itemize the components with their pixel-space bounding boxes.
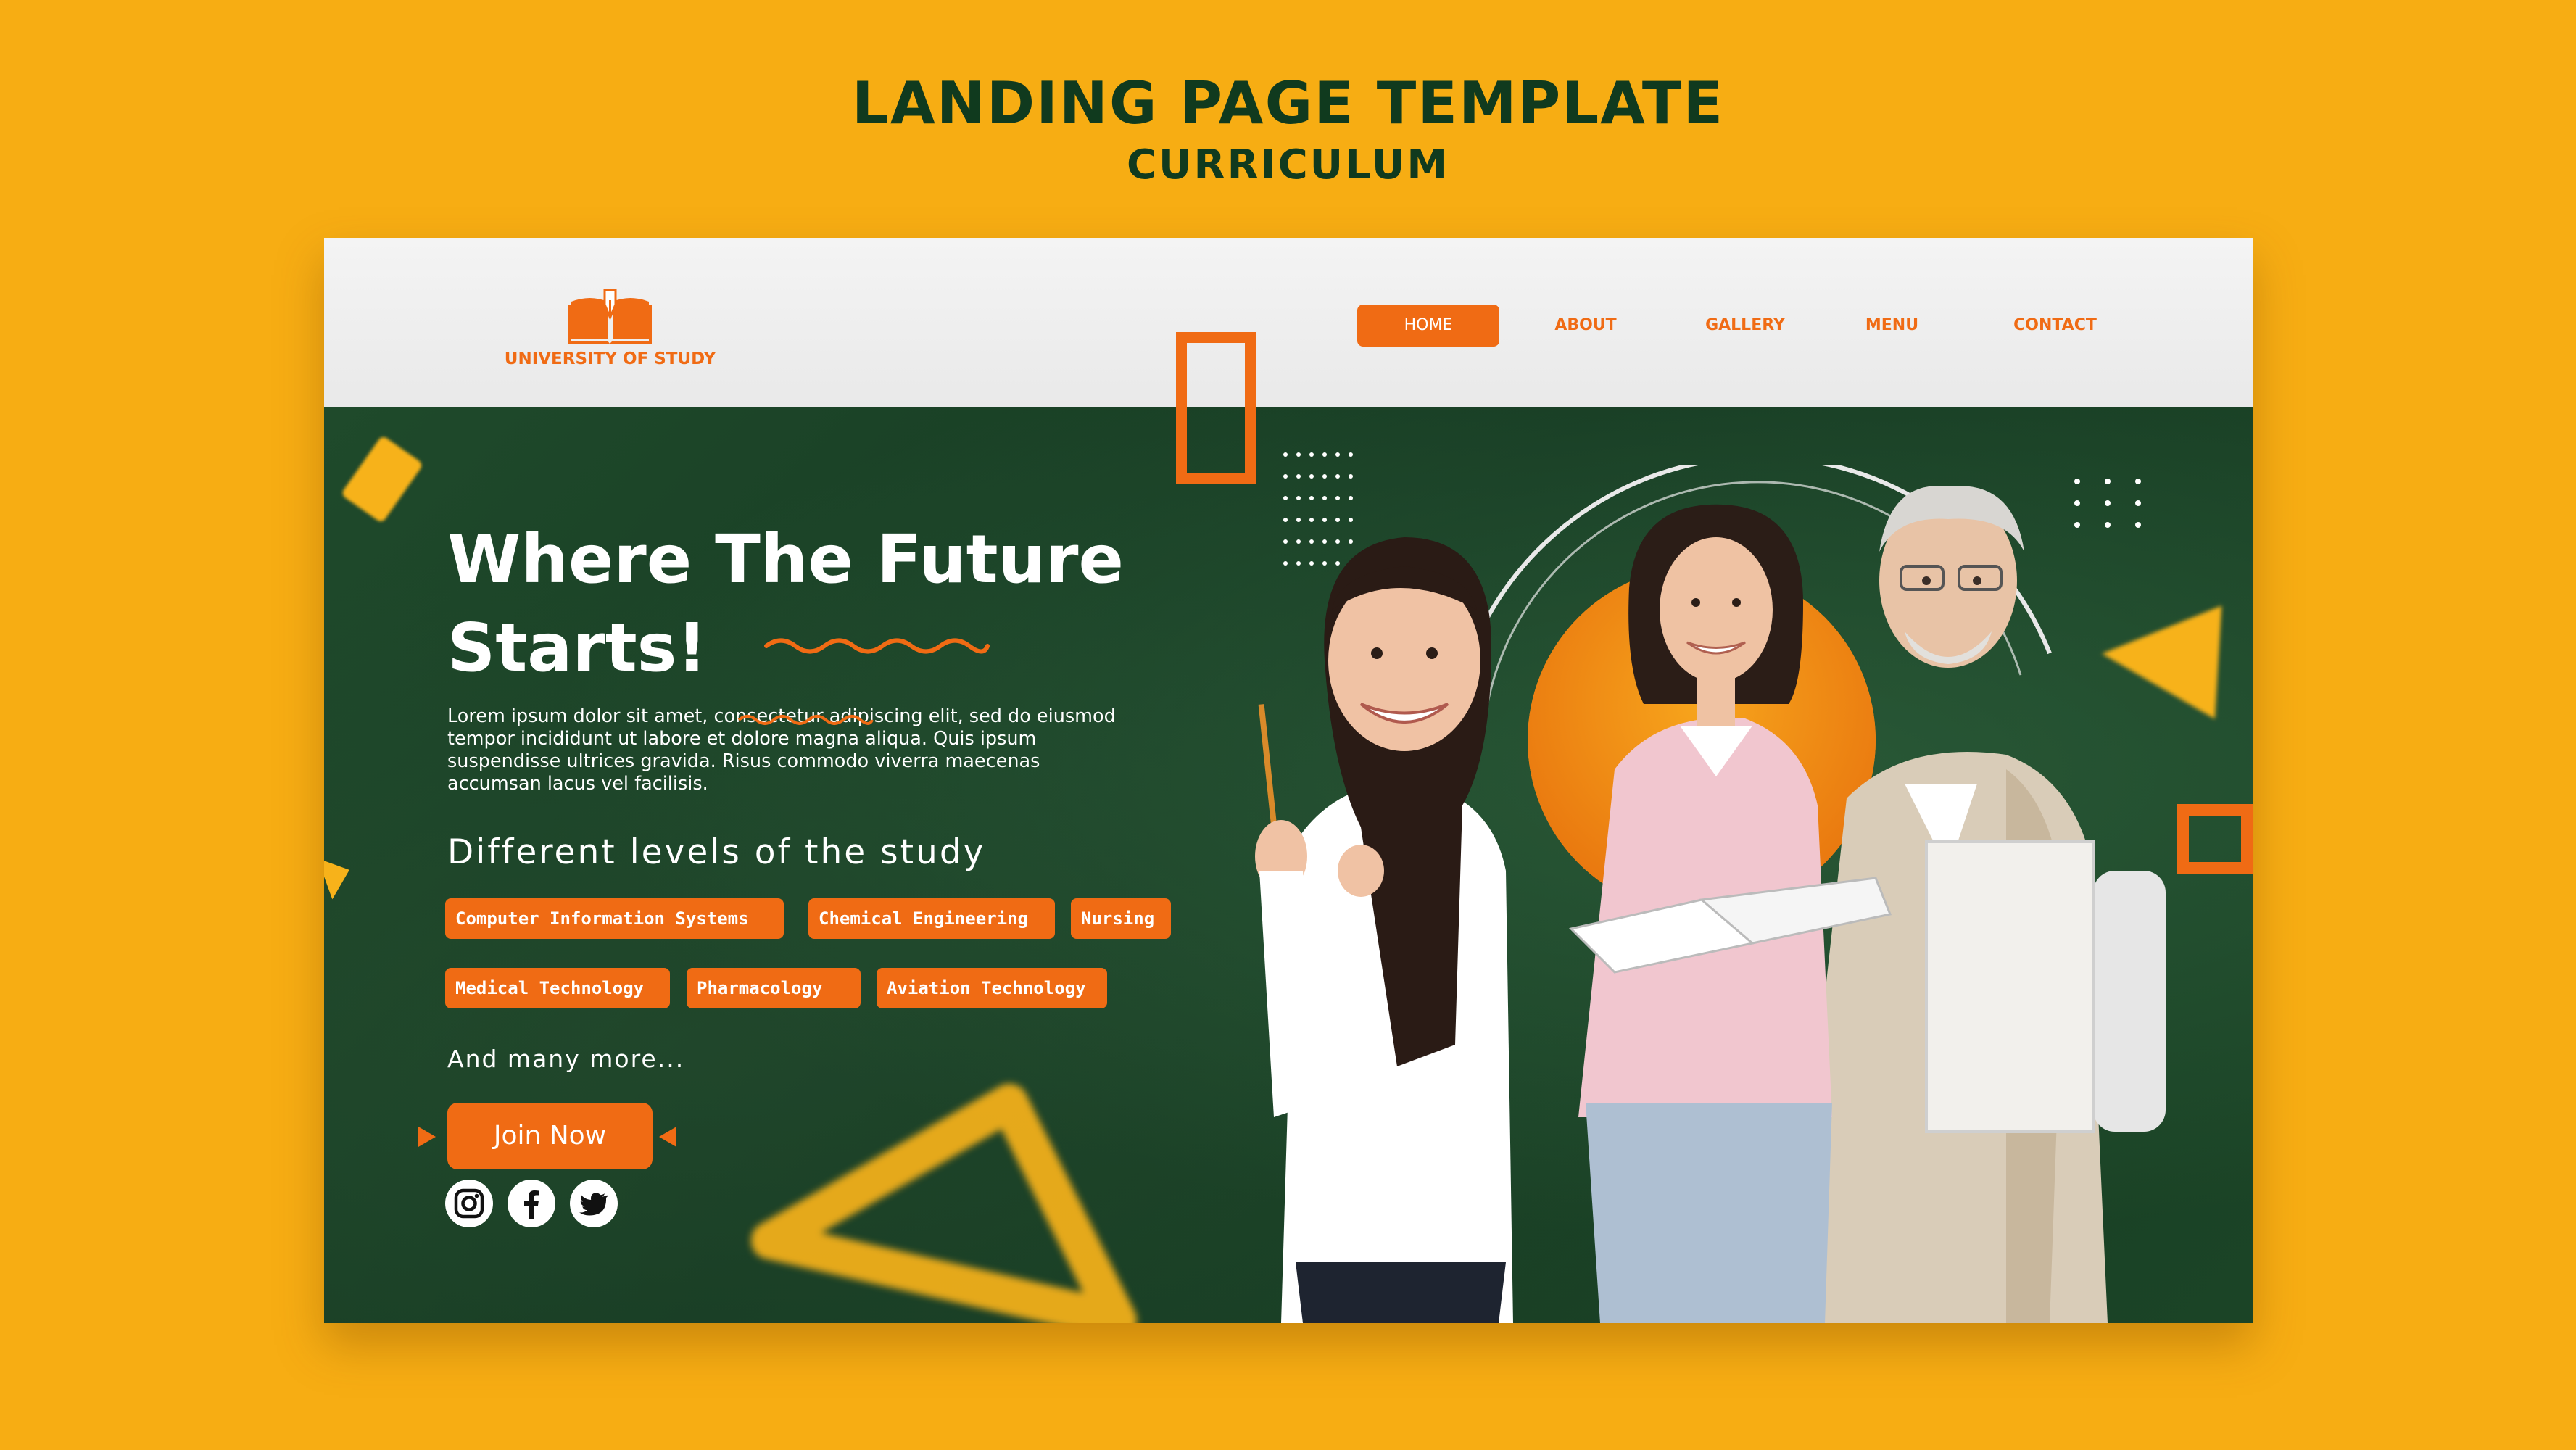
tag-pharmacology[interactable]: Pharmacology — [687, 968, 861, 1008]
tag-aviation-technology[interactable]: Aviation Technology — [877, 968, 1107, 1008]
hero-title-line1: Where The Future — [447, 521, 1124, 598]
join-now-button[interactable]: Join Now — [447, 1103, 653, 1169]
students-teacher-photo — [1255, 465, 2166, 1323]
yellow-shard-decoration — [324, 849, 357, 900]
tag-computer-information-systems[interactable]: Computer Information Systems — [445, 898, 784, 939]
nav-about[interactable]: ABOUT — [1535, 304, 1636, 347]
site-header: UNIVERSITY OF STUDY HOME ABOUT GALLERY M… — [324, 238, 2253, 407]
facebook-icon[interactable] — [508, 1180, 555, 1227]
template-heading: LANDING PAGE TEMPLATE CURRICULUM — [0, 69, 2576, 191]
landing-page-mockup: UNIVERSITY OF STUDY HOME ABOUT GALLERY M… — [324, 238, 2253, 1323]
nav-home[interactable]: HOME — [1357, 304, 1499, 347]
twitter-icon[interactable] — [570, 1180, 618, 1227]
page-title: LANDING PAGE TEMPLATE — [851, 70, 1725, 137]
hero-section: Where The Future Starts! Lorem ipsum dol… — [324, 407, 2253, 1323]
logo-text: UNIVERSITY OF STUDY — [504, 349, 716, 368]
arrow-right-icon — [418, 1127, 436, 1147]
main-nav: HOME ABOUT GALLERY MENU CONTACT — [324, 304, 2253, 348]
arrow-left-icon — [659, 1127, 676, 1147]
squiggle-decoration — [764, 638, 990, 654]
hero-title: Where The Future Starts! — [447, 515, 1172, 692]
nav-menu[interactable]: MENU — [1847, 304, 1937, 347]
tag-chemical-engineering[interactable]: Chemical Engineering — [808, 898, 1055, 939]
yellow-block-decoration — [340, 434, 424, 524]
tag-medical-technology[interactable]: Medical Technology — [445, 968, 670, 1008]
nav-contact[interactable]: CONTACT — [1992, 304, 2119, 347]
text-squiggle-decoration — [737, 715, 874, 725]
page-subtitle: CURRICULUM — [1126, 141, 1450, 188]
levels-heading: Different levels of the study — [447, 832, 986, 872]
blurred-triangle-decoration — [751, 1084, 1137, 1323]
tag-nursing[interactable]: Nursing — [1071, 898, 1171, 939]
nav-gallery[interactable]: GALLERY — [1687, 304, 1803, 347]
many-more-text: And many more... — [447, 1045, 685, 1073]
orange-rectangle-decoration — [1176, 332, 1256, 484]
instagram-icon[interactable] — [445, 1180, 493, 1227]
